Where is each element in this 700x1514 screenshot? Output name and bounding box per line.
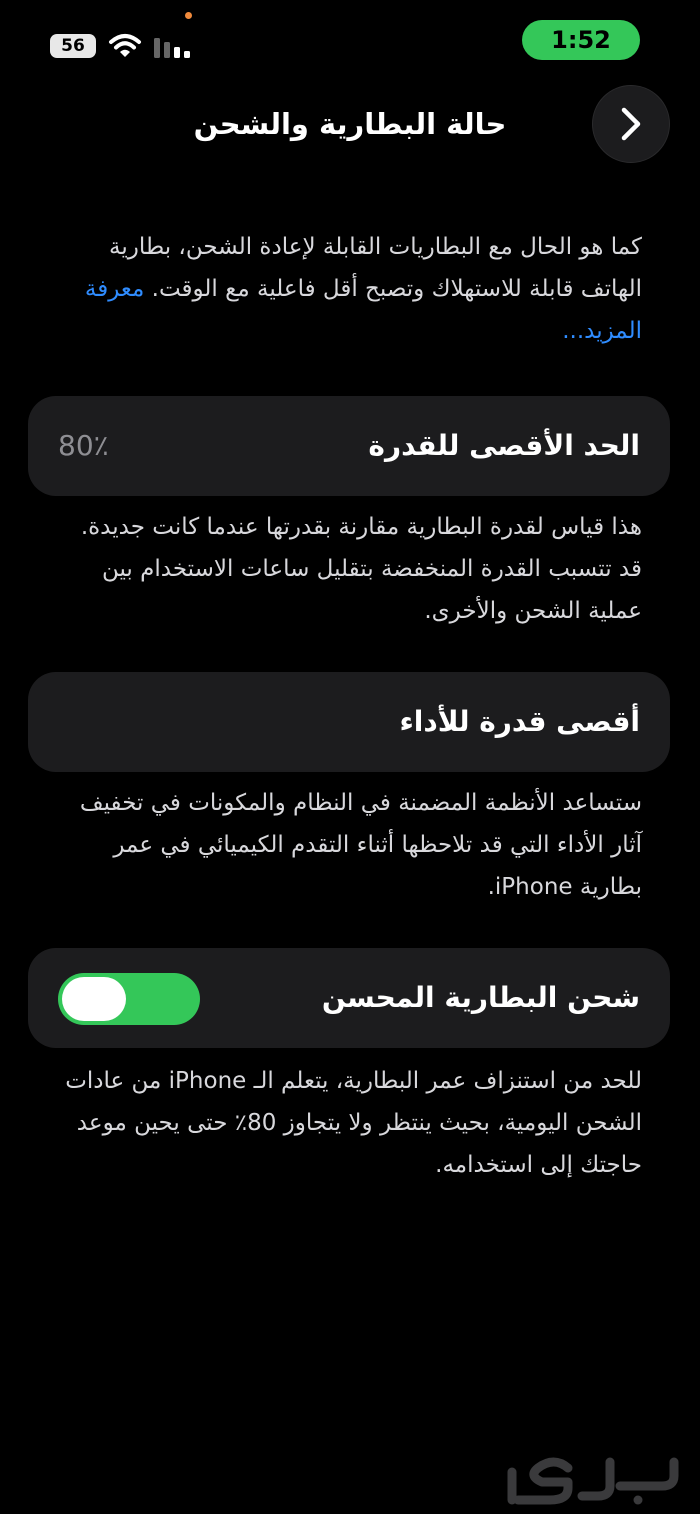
toggle-knob <box>62 977 126 1021</box>
status-time[interactable]: 1:52 <box>522 20 640 60</box>
optimized-charging-toggle[interactable] <box>58 973 200 1025</box>
max-capacity-label: الحد الأقصى للقدرة <box>368 429 640 462</box>
intro-body: كما هو الحال مع البطاريات القابلة لإعادة… <box>109 234 642 302</box>
wifi-icon <box>109 34 141 57</box>
max-capacity-row: الحد الأقصى للقدرة 80٪ <box>28 396 670 496</box>
optimized-charging-row: شحن البطارية المحسن <box>28 948 670 1048</box>
peak-performance-row: أقصى قدرة للأداء <box>28 672 670 772</box>
privacy-indicator-dot <box>185 12 192 19</box>
signal-badge: 56 <box>50 34 96 58</box>
max-capacity-description: هذا قياس لقدرة البطارية مقارنة بقدرتها ع… <box>80 514 642 624</box>
optimized-charging-label: شحن البطارية المحسن <box>321 981 640 1014</box>
peak-performance-description: ستساعد الأنظمة المضمنة في النظام والمكون… <box>79 790 642 900</box>
optimized-charging-description: للحد من استنزاف عمر البطارية، يتعلم الـ … <box>65 1068 642 1178</box>
cellular-bars-icon <box>154 38 190 58</box>
intro-text: كما هو الحال مع البطاريات القابلة لإعادة… <box>52 226 642 352</box>
chevron-right-icon <box>621 107 641 141</box>
back-button[interactable] <box>592 85 670 163</box>
peak-performance-label: أقصى قدرة للأداء <box>399 705 640 738</box>
page-title: حالة البطارية والشحن <box>193 107 507 141</box>
max-capacity-value: 80٪ <box>58 429 109 462</box>
watermark-logo <box>507 1457 679 1505</box>
